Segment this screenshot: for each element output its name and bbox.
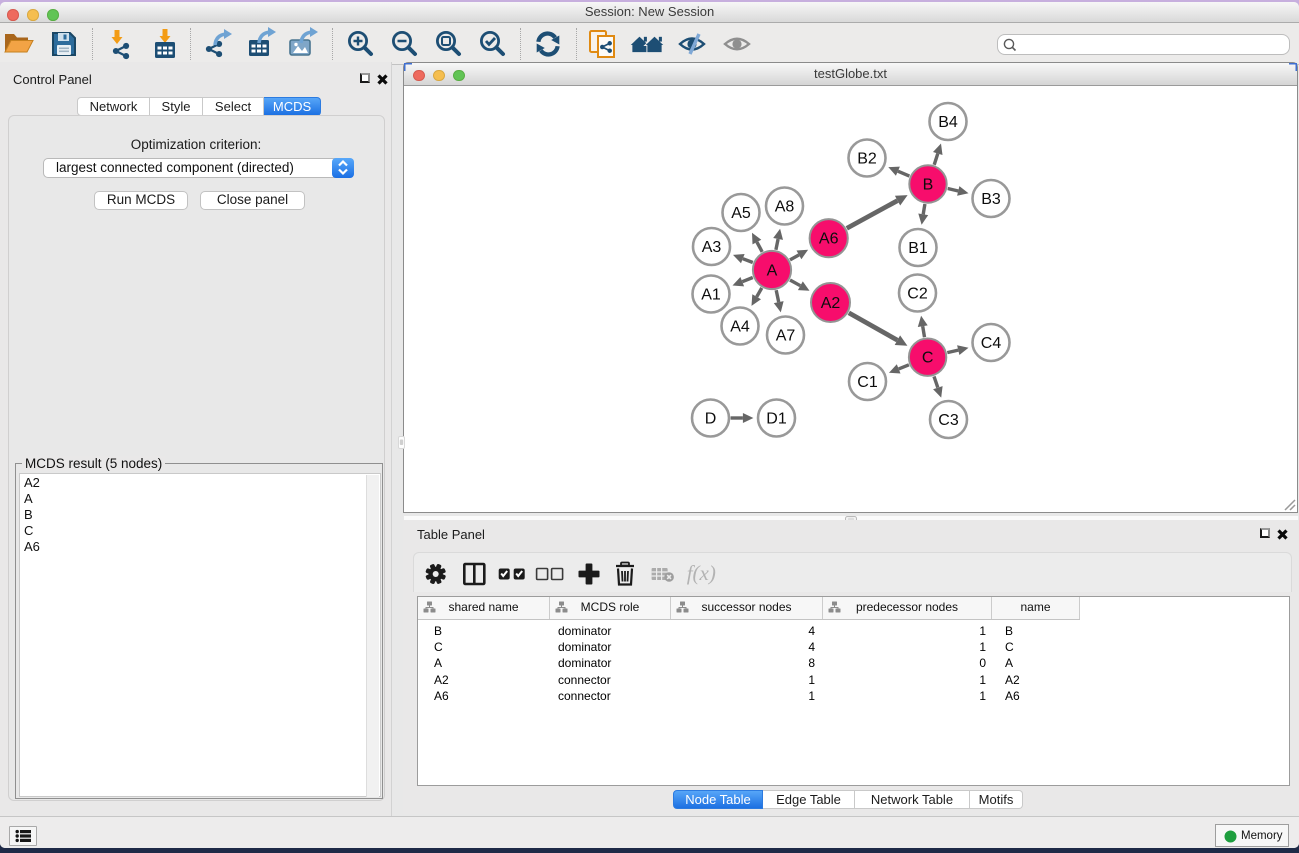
svg-text:A: A	[767, 263, 778, 280]
svg-text:A7: A7	[776, 328, 796, 345]
svg-text:B2: B2	[857, 151, 877, 168]
svg-text:A2: A2	[821, 295, 841, 312]
svg-text:B3: B3	[981, 191, 1001, 208]
svg-text:A3: A3	[702, 239, 722, 256]
svg-text:B: B	[923, 177, 934, 194]
svg-text:A8: A8	[775, 199, 795, 216]
svg-text:C1: C1	[857, 374, 878, 391]
svg-text:C: C	[922, 350, 934, 367]
svg-text:A4: A4	[730, 319, 750, 336]
svg-text:B1: B1	[908, 240, 928, 257]
svg-text:D: D	[705, 411, 717, 428]
svg-text:f(x): f(x)	[687, 561, 716, 585]
svg-text:D1: D1	[766, 411, 787, 428]
svg-text:A1: A1	[701, 287, 721, 304]
svg-text:C4: C4	[981, 335, 1002, 352]
svg-text:B4: B4	[938, 114, 958, 131]
svg-text:C2: C2	[907, 286, 928, 303]
svg-text:A5: A5	[731, 205, 751, 222]
svg-text:A6: A6	[819, 231, 839, 248]
svg-text:C3: C3	[938, 412, 959, 429]
